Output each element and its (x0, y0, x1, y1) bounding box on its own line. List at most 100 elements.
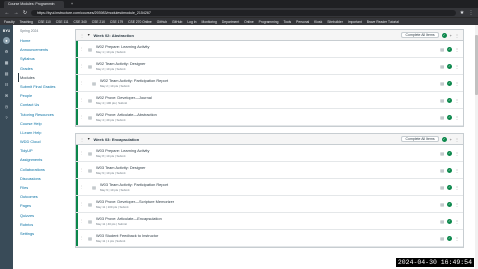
menu-icon[interactable]: ⋮ (468, 10, 474, 16)
drag-handle-icon[interactable]: ⋮ (80, 236, 84, 240)
inbox-icon[interactable]: ✉ (3, 92, 10, 99)
published-icon[interactable]: ✓ (447, 150, 452, 156)
drag-handle-icon[interactable]: ⋮ (80, 151, 84, 155)
bookmark-item[interactable]: Sitebuilder (327, 20, 343, 24)
published-icon[interactable]: ✓ (447, 235, 452, 241)
forward-icon[interactable]: → (13, 10, 19, 16)
bookmark-item[interactable]: Tools (283, 20, 291, 24)
bookmark-item[interactable]: GitHub (157, 20, 167, 24)
module-item-title[interactable]: W03 Prove: Developer—Scripture Memorizer (96, 199, 437, 204)
dashboard-icon[interactable]: ▦ (3, 59, 10, 66)
item-options-icon[interactable]: ⋮ (455, 185, 459, 190)
published-icon[interactable]: ✓ (447, 80, 452, 86)
drag-handle-icon[interactable]: ⋮ (80, 185, 84, 189)
drag-handle-icon[interactable]: ⋮ (80, 33, 84, 38)
module-item-title[interactable]: W03 Student Feedback to Instructor (96, 233, 437, 238)
module-item[interactable]: ⋮ ▤ W03 Team Activity: Participation Repor… (76, 179, 463, 196)
course-nav-item-submit-final-grades[interactable]: Submit Final Grades (20, 82, 69, 91)
bookmark-item[interactable]: Programming (259, 20, 279, 24)
item-options-icon[interactable]: ⋮ (455, 98, 459, 103)
reload-icon[interactable]: ↻ (22, 10, 28, 16)
course-nav-item-home[interactable]: Home (20, 36, 69, 45)
module-item[interactable]: ⋮ ▤ W02 Team Activity: Participation Repor… (76, 75, 463, 92)
module-header[interactable]: ⋮ ▼ Week 02: Abstraction Complete All Items… (76, 30, 463, 41)
bookmark-item[interactable]: Department (222, 20, 239, 24)
drag-handle-icon[interactable]: ⋮ (80, 137, 84, 142)
course-nav-item-settings[interactable]: Settings (20, 229, 69, 238)
mastery-paths-icon[interactable]: ▤ (440, 47, 444, 52)
item-options-icon[interactable]: ⋮ (455, 64, 459, 69)
published-icon[interactable]: ✓ (447, 114, 452, 120)
published-icon[interactable]: ✓ (447, 167, 452, 173)
bookmark-item[interactable]: Brave Reader Tutorial (367, 20, 399, 24)
module-item-title[interactable]: W03 Team Activity: Designer (96, 165, 437, 170)
course-nav-item-tidyup[interactable]: TidyUP (20, 146, 69, 155)
module-item-title[interactable]: W03 Team Activity: Participation Report (100, 182, 437, 187)
course-nav-item-people[interactable]: People (20, 91, 69, 100)
published-icon[interactable]: ✓ (447, 63, 452, 69)
bookmark-item[interactable]: Faculty (4, 20, 15, 24)
module-item[interactable]: ⋮ ▤ W03 Prove: Articulate—Encapsulation May… (76, 213, 463, 230)
history-icon[interactable]: ◷ (3, 103, 10, 110)
add-item-icon[interactable]: + (450, 137, 452, 142)
module-options-icon[interactable]: ⋮ (455, 137, 459, 142)
back-icon[interactable]: ← (4, 10, 10, 16)
mastery-paths-icon[interactable]: ▤ (440, 64, 444, 69)
bookmark-item[interactable]: Personal (296, 20, 309, 24)
module-item-title[interactable]: W03 Prepare: Learning Activity (96, 148, 437, 153)
courses-icon[interactable]: ▤ (3, 70, 10, 77)
mastery-paths-icon[interactable]: ▤ (440, 202, 444, 207)
module-item[interactable]: ⋮ ▤ W03 Student Feedback to Instructor May … (76, 230, 463, 247)
bookmark-item[interactable]: CSE 111 (56, 20, 69, 24)
bookmark-item[interactable]: CSE 110 (38, 20, 51, 24)
module-item-title[interactable]: W02 Prove: Developer—Journal (96, 95, 437, 100)
module-item[interactable]: ⋮ ▤ W03 Prepare: Learning Activity May 8 | … (76, 145, 463, 162)
extensions-icon[interactable]: ★ (459, 10, 465, 16)
bookmark-item[interactable]: Kiosk (314, 20, 322, 24)
mastery-paths-icon[interactable]: ▤ (440, 185, 444, 190)
module-item-title[interactable]: W02 Prepare: Learning Activity (96, 44, 437, 49)
course-nav-item-collaborations[interactable]: Collaborations (20, 165, 69, 174)
module-item-title[interactable]: W03 Prove: Articulate—Encapsulation (96, 216, 437, 221)
course-nav-item-announcements[interactable]: Announcements (20, 45, 69, 54)
caret-down-icon[interactable]: ▼ (87, 33, 90, 37)
bookmark-item[interactable]: Online (244, 20, 254, 24)
browser-tab[interactable]: Course Modules: Programmin (4, 0, 64, 8)
published-icon[interactable]: ✓ (447, 46, 452, 52)
admin-icon[interactable]: ⚙ (3, 48, 10, 55)
bookmark-item[interactable]: Monitoring (201, 20, 216, 24)
module-item[interactable]: ⋮ ▤ W03 Team Activity: Designer May 9 | 10 … (76, 162, 463, 179)
module-header[interactable]: ⋮ ▼ Week 03: Encapsulation Complete All Ite… (76, 134, 463, 145)
module-item-title[interactable]: W02 Prove: Articulate—Abstraction (96, 112, 437, 117)
drag-handle-icon[interactable]: ⋮ (80, 47, 84, 51)
item-options-icon[interactable]: ⋮ (455, 168, 459, 173)
bookmark-item[interactable]: CSE 270 Online (128, 20, 152, 24)
module-item-title[interactable]: W02 Team Activity: Designer (96, 61, 437, 66)
course-nav-item-tutoring-resources[interactable]: Tutoring Resources (20, 110, 69, 119)
course-nav-item-outcomes[interactable]: Outcomes (20, 192, 69, 201)
published-icon[interactable]: ✓ (447, 218, 452, 224)
module-item[interactable]: ⋮ ▤ W02 Prove: Articulate—Abstraction May 4… (76, 109, 463, 126)
module-item[interactable]: ⋮ ▤ W02 Prepare: Learning Activity May 1 | … (76, 41, 463, 58)
help-icon[interactable]: ? (3, 114, 10, 121)
address-bar[interactable]: https://byui.instructure.com/courses/293… (31, 9, 456, 16)
item-options-icon[interactable]: ⋮ (455, 81, 459, 86)
course-nav-item-modules[interactable]: Modules (18, 72, 69, 82)
module-item[interactable]: ⋮ ▤ W03 Prove: Developer—Scripture Memoriz… (76, 196, 463, 213)
bookmark-item[interactable]: Log In (187, 20, 196, 24)
course-nav-item-wdd-cloud[interactable]: WDD Cloud (20, 137, 69, 146)
course-nav-item-files[interactable]: Files (20, 183, 69, 192)
item-options-icon[interactable]: ⋮ (455, 202, 459, 207)
course-nav-item-grades[interactable]: Grades (20, 64, 69, 73)
mastery-paths-icon[interactable]: ▤ (440, 98, 444, 103)
course-nav-item-contact-us[interactable]: Contact Us (20, 100, 69, 109)
published-icon[interactable]: ✓ (447, 184, 452, 190)
course-nav-item-syllabus[interactable]: Syllabus (20, 54, 69, 63)
bookmark-item[interactable]: GitHub (172, 20, 182, 24)
bookmark-item[interactable]: Important (348, 20, 362, 24)
drag-handle-icon[interactable]: ⋮ (80, 98, 84, 102)
course-nav-item-assignments[interactable]: Assignments (20, 155, 69, 164)
byu-logo[interactable]: BYU (3, 29, 10, 33)
course-nav-item-rubrics[interactable]: Rubrics (20, 220, 69, 229)
item-options-icon[interactable]: ⋮ (455, 219, 459, 224)
